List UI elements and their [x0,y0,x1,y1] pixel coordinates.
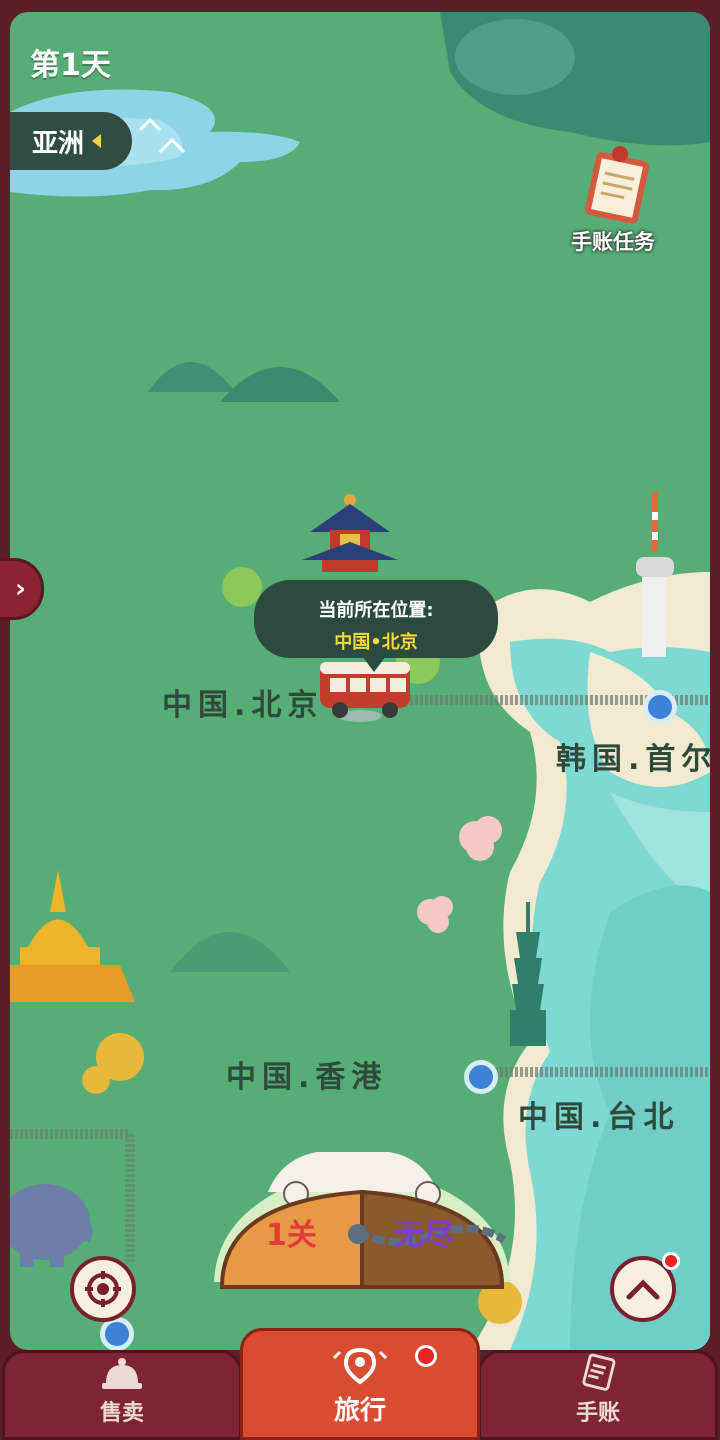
day-counter: 第1天 [30,48,111,83]
current-location-bubble: 当前所在位置: 中国•北京 [254,580,498,672]
city-label-beijing[interactable]: 中国.北京 [162,680,323,724]
journal-task-label: 手账任务 [571,230,655,254]
city-label-hongkong[interactable]: 中国.香港 [226,1052,387,1096]
clipboard-icon [585,146,649,224]
mode-panel: 1关 无尽 [208,1152,516,1302]
city-node-taipei[interactable] [464,1060,498,1094]
temple-of-heaven-landmark [302,494,398,572]
crosshair-icon [85,1271,121,1307]
level-mode-button[interactable]: 1关 [266,1210,317,1254]
region-selector[interactable]: 亚洲 [10,112,132,170]
chevron-up-icon [626,1279,660,1300]
tab-sell-label: 售卖 [99,1401,144,1426]
city-label-taipei[interactable]: 中国.台北 [518,1092,679,1136]
caret-left-icon [92,134,102,148]
elephant-landmark [10,1184,93,1267]
tab-travel[interactable]: 旅行 [240,1328,480,1440]
notebook-icon [582,1353,616,1391]
tab-travel-label: 旅行 [333,1396,386,1426]
city-label-seoul[interactable]: 韩国.首尔 [556,734,710,778]
map-pin-icon [332,1347,388,1385]
city-node-seoul[interactable] [643,690,677,724]
golden-pagoda-landmark [10,870,135,1002]
locate-button[interactable] [70,1256,136,1322]
current-location-place: 中国•北京 [334,632,418,653]
chevron-right-icon: › [15,574,26,604]
endless-mode-button[interactable]: 无尽 [394,1210,454,1254]
bell-icon [102,1358,142,1389]
current-location-title: 当前所在位置: [318,600,434,621]
journal-task-button[interactable]: 手账任务 [558,142,668,254]
region-label: 亚洲 [32,128,85,159]
notification-dot [662,1252,680,1270]
tab-travel-badge [415,1345,437,1367]
tab-sell[interactable]: 售卖 [2,1350,242,1440]
tab-journal-label: 手账 [575,1401,620,1426]
map-viewport[interactable]: 中国.北京 韩国.首尔 中国.香港 中国.台北 当前所在位置: 中国•北京 第1… [10,12,710,1350]
tab-journal[interactable]: 手账 [478,1350,718,1440]
cat-wooden-sign [214,1152,510,1289]
bottom-nav: 售卖 手账 旅行 [0,1328,720,1440]
